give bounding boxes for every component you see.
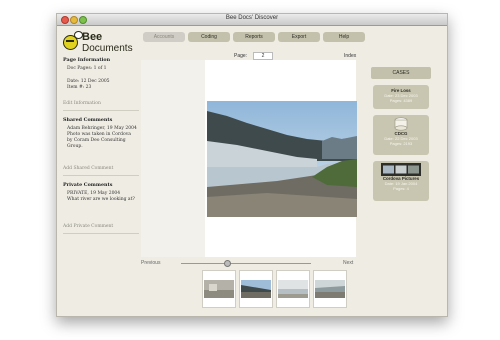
viewer-left-pane (141, 60, 205, 257)
thumbnail-image (204, 280, 234, 298)
case-pages: Pages: 4 (393, 186, 409, 191)
export-button[interactable]: Export (278, 32, 320, 42)
accounts-button[interactable]: Accounts (143, 32, 185, 42)
logo-text-documents: Documents (82, 43, 133, 54)
previous-button[interactable]: Previous (141, 260, 160, 266)
case-fire-loss[interactable]: Fire Loss Date: 23 Dec 2003 Pages: 4389 (373, 85, 429, 109)
case-pages: Pages: 2193 (389, 141, 413, 146)
page-label: Page: (234, 53, 248, 59)
next-button[interactable]: Next (343, 260, 353, 266)
bee-logo-body (63, 35, 78, 50)
case-pages: Pages: 4389 (389, 98, 413, 103)
shared-comment-text: Photo was taken in Cordova by Coram Deo … (67, 132, 131, 149)
reports-button[interactable]: Reports (233, 32, 275, 42)
shared-comments-heading: Shared Comments (63, 117, 113, 123)
logo-text-bee: Bee (82, 31, 103, 43)
divider (63, 175, 139, 176)
coding-button[interactable]: Coding (188, 32, 230, 42)
divider (63, 110, 139, 111)
help-button[interactable]: Help (323, 32, 365, 42)
case-cdcg[interactable]: CDCG Date: 22 Dec 2003 Pages: 2193 (373, 115, 429, 155)
private-comments-heading: Private Comments (63, 182, 113, 188)
divider (63, 233, 139, 234)
binder-icon (394, 117, 408, 131)
thumbnail-page-3[interactable] (276, 270, 310, 308)
thumbnail-image (241, 280, 271, 298)
bee-documents-logo: Bee Documents (63, 31, 133, 55)
page-info-heading: Page Information (63, 57, 111, 63)
window-title: Bee Docs' Discover (225, 15, 279, 21)
bee-logo-stripe (66, 40, 74, 42)
doc-pages: Doc Pages: 1 of 1 (67, 66, 107, 71)
index-link[interactable]: Index (344, 53, 356, 59)
cases-heading: CASES (371, 67, 431, 79)
add-private-comment-link[interactable]: Add Private Comment (63, 224, 113, 229)
case-cordova-pictures[interactable]: Cordova Pictures Date: 19 Jan 2004 Pages… (373, 161, 429, 201)
thumbnail-page-1[interactable] (202, 270, 236, 308)
page-scroller: Previous Next (141, 259, 356, 269)
page-number-input[interactable]: 2 (253, 52, 273, 60)
document-photo (207, 101, 357, 217)
app-window: Bee Docs' Discover Accounts Coding Repor… (56, 13, 448, 317)
thumbnail-page-4[interactable] (313, 270, 347, 308)
thumbnail-image (315, 280, 345, 298)
film-strip-icon (381, 163, 421, 176)
add-shared-comment-link[interactable]: Add Shared Comment (63, 166, 113, 171)
edit-information-link[interactable]: Edit Information (63, 101, 101, 106)
private-comment-text: What river are we looking at? (67, 197, 135, 202)
scroll-track[interactable] (181, 263, 311, 264)
scroll-thumb[interactable] (223, 260, 231, 267)
thumbnail-image (278, 280, 308, 298)
thumbnail-page-2[interactable] (239, 270, 273, 308)
item-number: Item #: 23 (67, 85, 92, 90)
